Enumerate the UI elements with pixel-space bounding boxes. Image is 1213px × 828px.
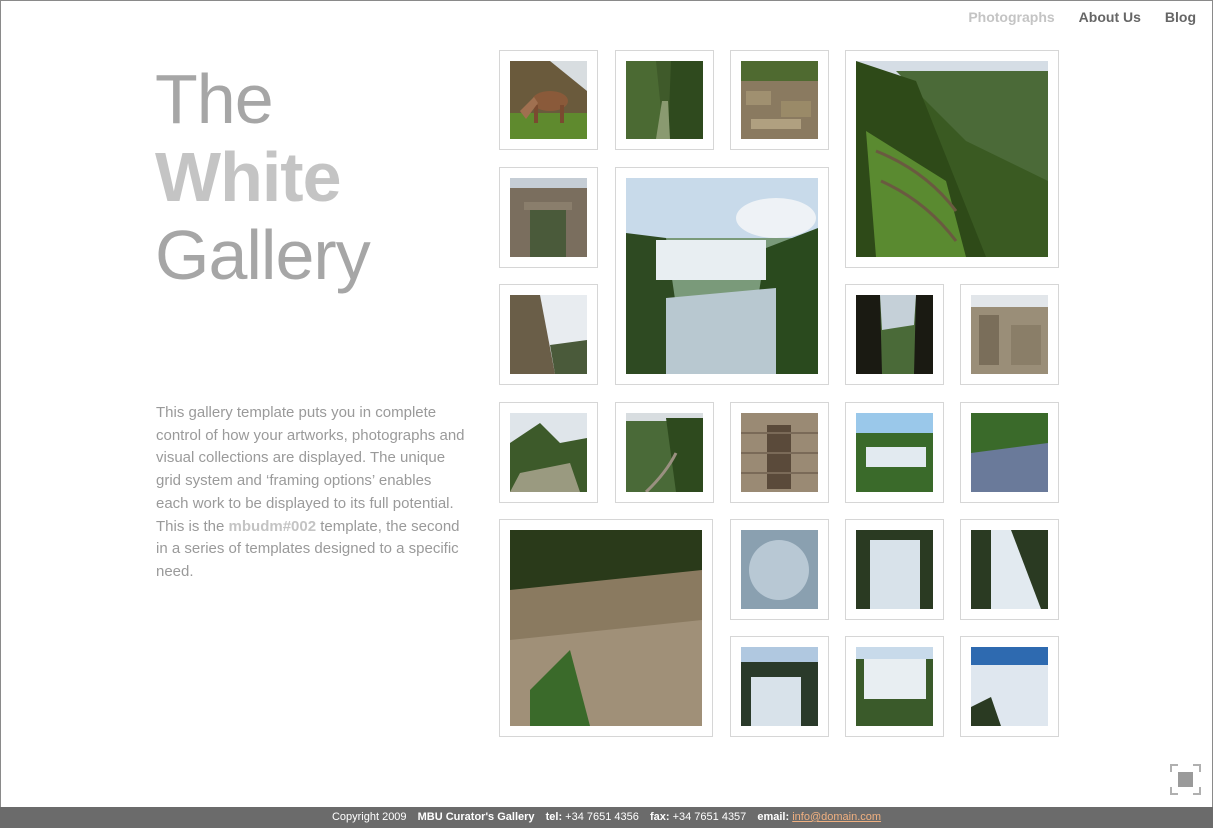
mist-photo	[741, 530, 818, 609]
photo-tile-stone-steps[interactable]	[960, 284, 1059, 385]
fullscreen-expand-icon[interactable]	[1170, 764, 1201, 795]
top-nav: Photographs About Us Blog	[944, 8, 1196, 26]
doorway-photo	[510, 178, 587, 257]
photo-tile-tall-waterfall[interactable]	[845, 519, 944, 620]
cliff-photo	[510, 295, 587, 374]
title-line-white: White	[155, 138, 342, 216]
title-line-the: The	[155, 60, 274, 138]
photo-tile-wide-waterfalls[interactable]	[845, 636, 944, 737]
terraces-photo	[856, 61, 1048, 257]
photo-tile-mist[interactable]	[730, 519, 829, 620]
valley-photo	[626, 61, 703, 139]
photo-tile-valley-road[interactable]	[615, 402, 714, 503]
photo-tile-waterfall-sky[interactable]	[960, 636, 1059, 737]
nav-about-link[interactable]: About Us	[1079, 8, 1141, 26]
photo-tile-valley[interactable]	[615, 50, 714, 150]
waterfall-jungle-photo	[856, 413, 933, 492]
waterfalls-canyon-photo	[626, 178, 818, 374]
stone-window-photo	[741, 413, 818, 492]
photo-tile-waterfall-rocks[interactable]	[730, 636, 829, 737]
photo-tile-river-forest[interactable]	[960, 402, 1059, 503]
nav-blog-link[interactable]: Blog	[1165, 8, 1196, 26]
footer-bar: Copyright 2009 MBU Curator's Gallery tel…	[0, 807, 1213, 828]
photo-tile-llama[interactable]	[499, 50, 598, 150]
description-text-start: This gallery template puts you in comple…	[156, 404, 465, 535]
valley-road-photo	[626, 413, 703, 492]
tel-label: tel:	[545, 811, 563, 823]
email-label: email:	[757, 811, 790, 823]
fax-label: fax:	[649, 811, 670, 823]
photo-tile-doorway[interactable]	[499, 167, 598, 268]
photo-tile-cascade[interactable]	[960, 519, 1059, 620]
llama-photo	[510, 61, 587, 139]
photo-tile-terraces[interactable]	[845, 50, 1059, 268]
photo-tile-ruins[interactable]	[730, 50, 829, 150]
photo-tile-cliff[interactable]	[499, 284, 598, 385]
tel-value: +34 7651 4356	[565, 811, 639, 823]
photo-tile-machu-picchu[interactable]	[499, 402, 598, 503]
gallery-description: This gallery template puts you in comple…	[156, 402, 468, 584]
wide-waterfalls-photo	[856, 647, 933, 726]
fax-value: +34 7651 4357	[672, 811, 747, 823]
ruins-photo	[741, 61, 818, 139]
photo-tile-waterfall-jungle[interactable]	[845, 402, 944, 503]
tall-waterfall-photo	[856, 530, 933, 609]
photo-tile-river-rapids[interactable]	[499, 519, 713, 737]
photo-tile-cave[interactable]	[845, 284, 944, 385]
stone-steps-photo	[971, 295, 1048, 374]
photo-tile-waterfalls-canyon[interactable]	[615, 167, 829, 385]
gallery-name: MBU Curator's Gallery	[417, 811, 535, 823]
email-link[interactable]: info@domain.com	[792, 811, 881, 823]
nav-photographs-link[interactable]: Photographs	[968, 8, 1054, 26]
title-line-gallery: Gallery	[155, 216, 371, 294]
gallery-title: The White Gallery	[155, 60, 371, 294]
cave-photo	[856, 295, 933, 374]
template-tag: mbudm#002	[228, 517, 317, 535]
river-rapids-photo	[510, 530, 702, 726]
copyright-text: Copyright 2009	[331, 811, 407, 823]
waterfall-sky-photo	[971, 647, 1048, 726]
river-forest-photo	[971, 413, 1048, 492]
photo-tile-stone-window[interactable]	[730, 402, 829, 503]
cascade-photo	[971, 530, 1048, 609]
waterfall-rocks-photo	[741, 647, 818, 726]
machu-picchu-photo	[510, 413, 587, 492]
